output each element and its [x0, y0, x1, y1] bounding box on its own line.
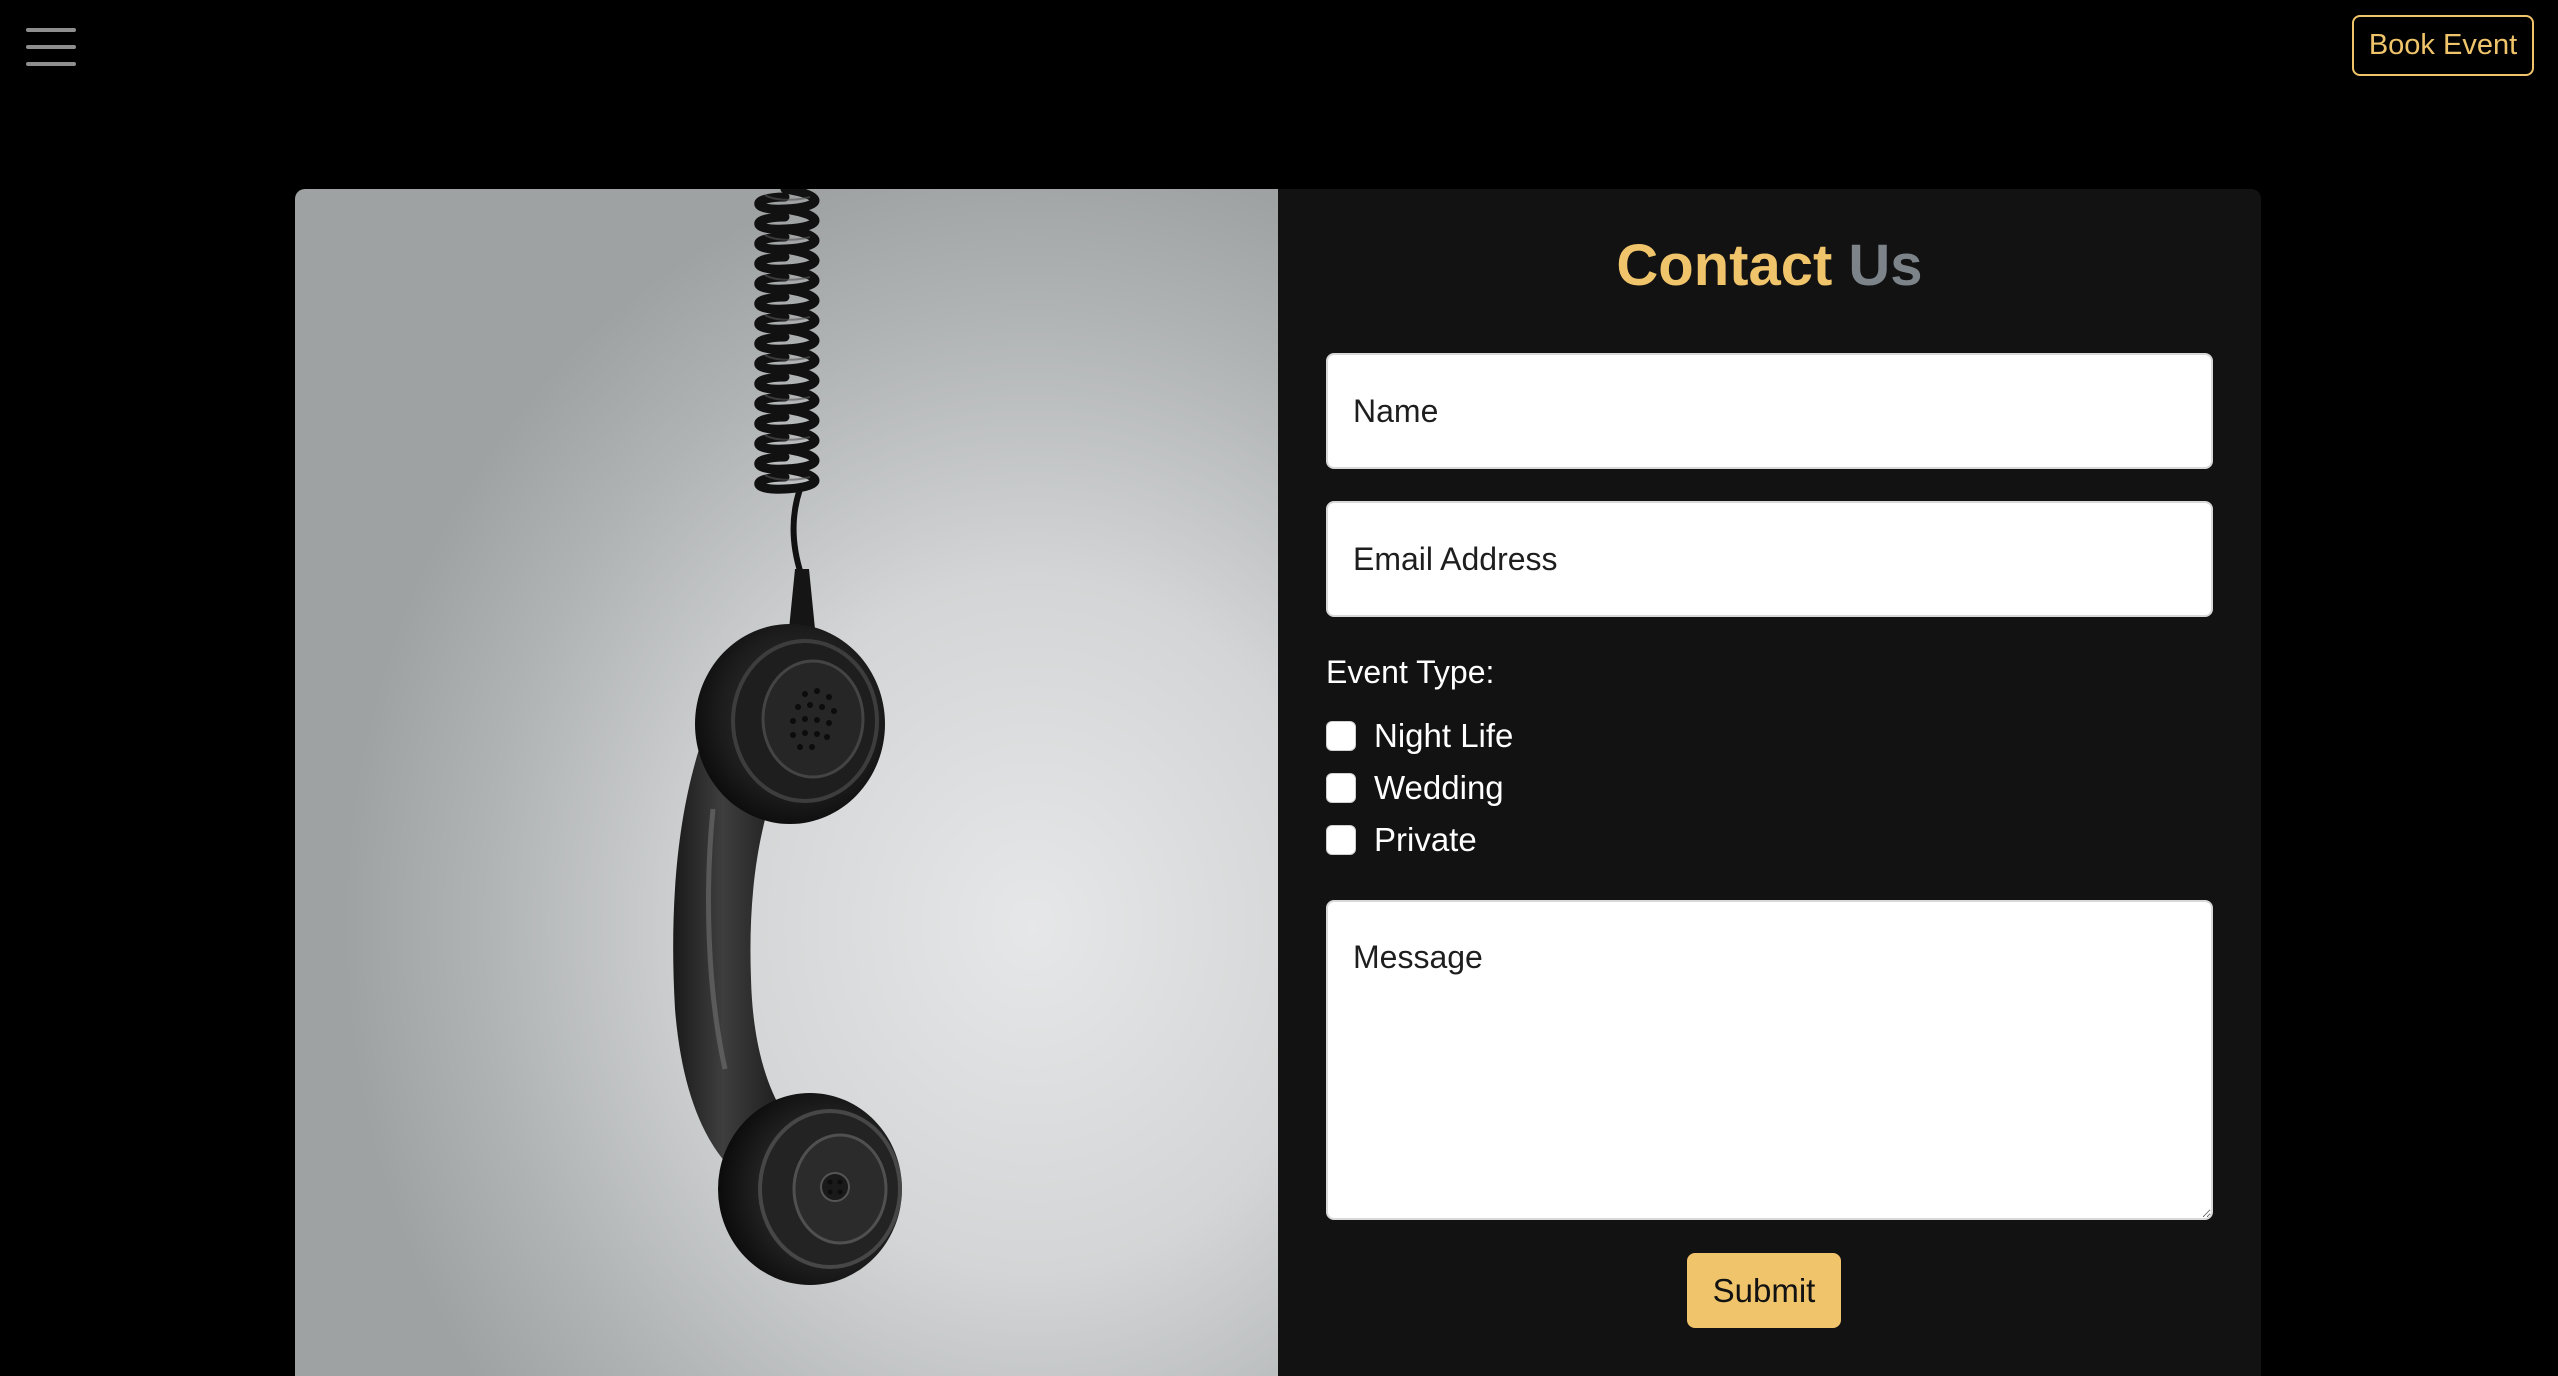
- heading-contact-word: Contact: [1616, 233, 1833, 298]
- event-type-private-option[interactable]: Private: [1326, 820, 1477, 860]
- contact-card: Contact Us Event Type: Night Life Weddin…: [295, 189, 2261, 1376]
- private-checkbox[interactable]: [1326, 825, 1356, 855]
- event-type-label: Event Type:: [1326, 654, 1495, 690]
- wedding-checkbox[interactable]: [1326, 773, 1356, 803]
- night-life-label: Night Life: [1374, 717, 1514, 754]
- submit-button[interactable]: Submit: [1687, 1253, 1841, 1328]
- heading-us-word: Us: [1848, 233, 1923, 298]
- book-event-button[interactable]: Book Event: [2352, 15, 2534, 76]
- private-label: Private: [1374, 821, 1477, 858]
- night-life-checkbox[interactable]: [1326, 721, 1356, 751]
- hamburger-menu-icon[interactable]: [26, 26, 76, 68]
- telephone-image: [295, 189, 1278, 1376]
- top-navigation-bar: Book Event: [0, 0, 2558, 100]
- wedding-label: Wedding: [1374, 769, 1504, 806]
- coiled-cord: [754, 189, 820, 494]
- email-input[interactable]: [1326, 501, 2213, 617]
- name-input[interactable]: [1326, 353, 2213, 469]
- event-type-wedding-option[interactable]: Wedding: [1326, 768, 1504, 808]
- contact-form-panel: Contact Us Event Type: Night Life Weddin…: [1278, 189, 2261, 1376]
- event-type-night-life-option[interactable]: Night Life: [1326, 716, 1513, 756]
- page-title: Contact Us: [1278, 231, 2261, 301]
- telephone-handset-illustration: [673, 189, 902, 1285]
- message-textarea[interactable]: [1326, 900, 2213, 1220]
